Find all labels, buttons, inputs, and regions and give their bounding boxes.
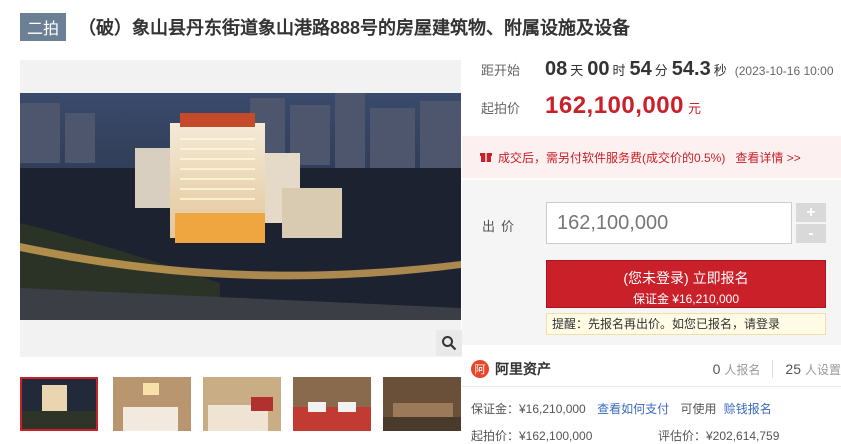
thumbnail-4[interactable] <box>293 377 371 431</box>
bid-input[interactable] <box>546 202 792 244</box>
how-to-pay-link[interactable]: 查看如何支付 <box>597 402 669 416</box>
countdown-label: 距开始 <box>481 63 521 78</box>
magnifier-icon <box>442 336 457 351</box>
countdown-days-unit: 天 <box>570 63 584 78</box>
thumbnail-2[interactable] <box>113 377 191 431</box>
thumbnail-strip <box>20 377 461 433</box>
signups-count: 0 <box>712 361 721 377</box>
thumbnail-1[interactable] <box>20 377 98 431</box>
loan-prefix: 可使用 <box>680 402 717 416</box>
countdown-hours: 00 <box>587 58 610 80</box>
countdown-seconds-unit: 秒 <box>713 63 727 78</box>
main-photo-area <box>20 60 461 357</box>
start-price-label: 起拍价 <box>481 101 521 116</box>
reminders-unit: 人设置 <box>804 362 841 377</box>
start-price-value: 162,100,000 <box>545 92 684 119</box>
zoom-button[interactable] <box>436 330 462 356</box>
register-deposit-label: 保证金 ¥16,210,000 <box>632 292 740 306</box>
title-row: 二拍 （破）象山县丹东街道象山港路888号的房屋建筑物、附属设施及设备 <box>20 12 841 42</box>
countdown-hours-unit: 时 <box>612 63 626 78</box>
start-price-info: 起拍价：¥162,100,000 <box>471 429 593 443</box>
page-title: （破）象山县丹东街道象山港路888号的房屋建筑物、附属设施及设备 <box>78 18 631 38</box>
gift-icon <box>480 153 492 162</box>
countdown-minutes: 54 <box>629 58 652 80</box>
bid-label: 出价 <box>482 219 521 234</box>
reminders-count: 25 <box>785 361 801 377</box>
loan-signup-link[interactable]: 赊钱报名 <box>724 402 772 416</box>
platform-row: 阿 阿里资产 0 人报名 25 人设置 <box>471 358 841 380</box>
service-fee-notice: 成交后，需另付软件服务费(成交价的0.5%) 查看详情 >> <box>462 136 841 178</box>
decrease-button[interactable]: - <box>796 224 826 243</box>
start-time: (2023-10-16 10:00 <box>734 64 834 78</box>
deposit-row: 保证金：¥16,210,000 查看如何支付 可使用 赊钱报名 <box>471 400 772 417</box>
countdown-days: 08 <box>545 58 568 80</box>
signups-unit: 人报名 <box>724 362 761 377</box>
countdown-row: 距开始 08 天 00 时 54 分 54.3 秒 (2023-10-16 10… <box>481 58 834 81</box>
notice-text: 成交后，需另付软件服务费(成交价的0.5%) <box>498 150 726 165</box>
login-reminder: 提醒：先报名再出价。如您已报名，请登录 <box>546 313 826 335</box>
login-link[interactable]: 登录 <box>756 317 780 331</box>
round-badge: 二拍 <box>20 13 67 41</box>
ali-logo-icon: 阿 <box>471 360 489 378</box>
notice-details-link[interactable]: 查看详情 >> <box>735 149 800 166</box>
thumbnail-3[interactable] <box>203 377 281 431</box>
start-price-row: 起拍价 162,100,000 元 <box>481 92 701 120</box>
countdown-minutes-unit: 分 <box>654 63 668 78</box>
bid-panel: 出价 + - (您未登录) 立即报名 保证金 ¥16,210,000 提醒：先报… <box>462 180 841 345</box>
reminder-text: 提醒：先报名再出价。如您已报名，请 <box>552 317 757 331</box>
platform-name: 阿里资产 <box>495 361 551 377</box>
register-button[interactable]: (您未登录) 立即报名 保证金 ¥16,210,000 <box>546 260 826 308</box>
stat-divider <box>772 360 774 378</box>
register-button-label: (您未登录) 立即报名 <box>623 270 749 286</box>
increase-button[interactable]: + <box>796 203 826 222</box>
valuation-info: 评估价：¥202,614,759 <box>658 429 780 443</box>
thumbnail-5[interactable] <box>383 377 461 431</box>
countdown-seconds: 54.3 <box>671 58 711 80</box>
start-price-unit: 元 <box>687 101 701 116</box>
deposit-label: 保证金：¥16,210,000 <box>471 402 586 416</box>
main-photo[interactable] <box>20 93 461 320</box>
divider <box>462 386 841 387</box>
